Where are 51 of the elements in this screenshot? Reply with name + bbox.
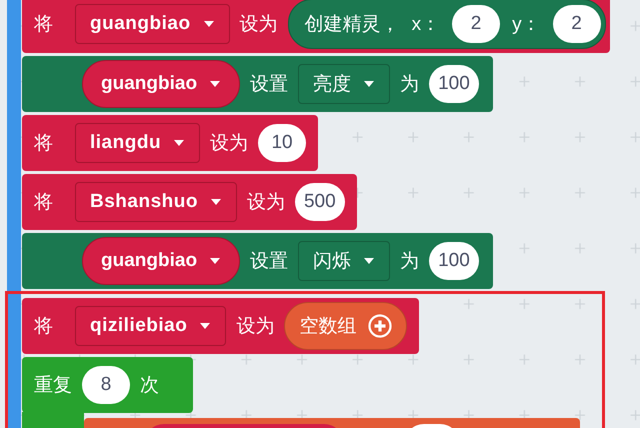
number-field[interactable]: 8 bbox=[82, 366, 130, 404]
block-label: 为 bbox=[400, 250, 420, 274]
variable-dropdown[interactable]: liangdu bbox=[75, 123, 200, 163]
caret-icon bbox=[209, 257, 222, 265]
sprite-set-block[interactable]: guangbiao 设置 亮度 为 100 bbox=[22, 56, 493, 112]
sprite-set-block[interactable]: guangbiao 设置 闪烁 为 100 bbox=[22, 233, 493, 289]
block-label: 设为 bbox=[246, 191, 285, 215]
caret-icon bbox=[210, 198, 222, 206]
sprite-variable-dropdown[interactable]: guangbiao bbox=[82, 237, 240, 285]
block-label: 设为 bbox=[236, 315, 274, 339]
caret-icon bbox=[173, 139, 186, 147]
caret-icon bbox=[202, 20, 215, 28]
number-field[interactable]: 100 bbox=[429, 65, 479, 103]
block-label: 将 bbox=[34, 132, 53, 156]
block-label: 设为 bbox=[210, 132, 248, 156]
block-label: 次 bbox=[140, 374, 159, 398]
number-field[interactable]: 500 bbox=[294, 183, 345, 221]
number-field[interactable]: 2 bbox=[452, 5, 500, 43]
block-label: 设为 bbox=[240, 13, 278, 37]
add-icon[interactable] bbox=[368, 314, 392, 338]
sprite-variable-dropdown[interactable]: guangbiao bbox=[82, 60, 240, 108]
set-variable-block[interactable]: 将 guangbiao 设为 创建精灵， x： 2 y： 2 bbox=[22, 0, 610, 53]
property-dropdown[interactable]: 闪烁 bbox=[298, 241, 390, 281]
block-label: 将 bbox=[34, 315, 53, 339]
repeat-block[interactable]: 重复 8 次 bbox=[22, 357, 193, 413]
block-label: 重复 bbox=[34, 374, 72, 398]
block-label: y： bbox=[512, 13, 541, 37]
set-variable-block[interactable]: 将 Bshanshuo 设为 500 bbox=[22, 174, 357, 230]
block-label: 空数组 bbox=[299, 315, 356, 339]
create-sprite-block[interactable]: 创建精灵， x： 2 y： 2 bbox=[288, 0, 606, 49]
property-dropdown[interactable]: 亮度 bbox=[298, 64, 390, 104]
variable-dropdown[interactable]: Bshanshuo bbox=[75, 182, 237, 222]
block-label: 将 bbox=[34, 191, 53, 215]
variable-dropdown[interactable]: guangbiao bbox=[75, 4, 230, 44]
set-variable-block[interactable]: 将 liangdu 设为 10 bbox=[22, 115, 318, 171]
number-field[interactable]: 2 bbox=[552, 5, 601, 43]
empty-array-block[interactable]: 空数组 bbox=[284, 302, 408, 350]
block-label: 创建精灵， bbox=[304, 13, 400, 37]
set-variable-block[interactable]: 将 qiziliebiao 设为 空数组 bbox=[22, 298, 420, 354]
caret-icon bbox=[209, 80, 222, 88]
block-label: 将 bbox=[34, 13, 53, 37]
caret-icon bbox=[363, 80, 376, 88]
block-label: 设置 bbox=[250, 250, 288, 274]
number-field[interactable]: 100 bbox=[429, 242, 479, 280]
block-label: 为 bbox=[400, 73, 420, 97]
block-label: x： bbox=[412, 13, 440, 37]
number-field[interactable]: 10 bbox=[258, 124, 306, 162]
caret-icon bbox=[363, 257, 376, 265]
variable-dropdown[interactable]: qiziliebiao bbox=[75, 306, 226, 346]
block-label: 设置 bbox=[250, 73, 288, 97]
caret-icon bbox=[199, 322, 212, 330]
